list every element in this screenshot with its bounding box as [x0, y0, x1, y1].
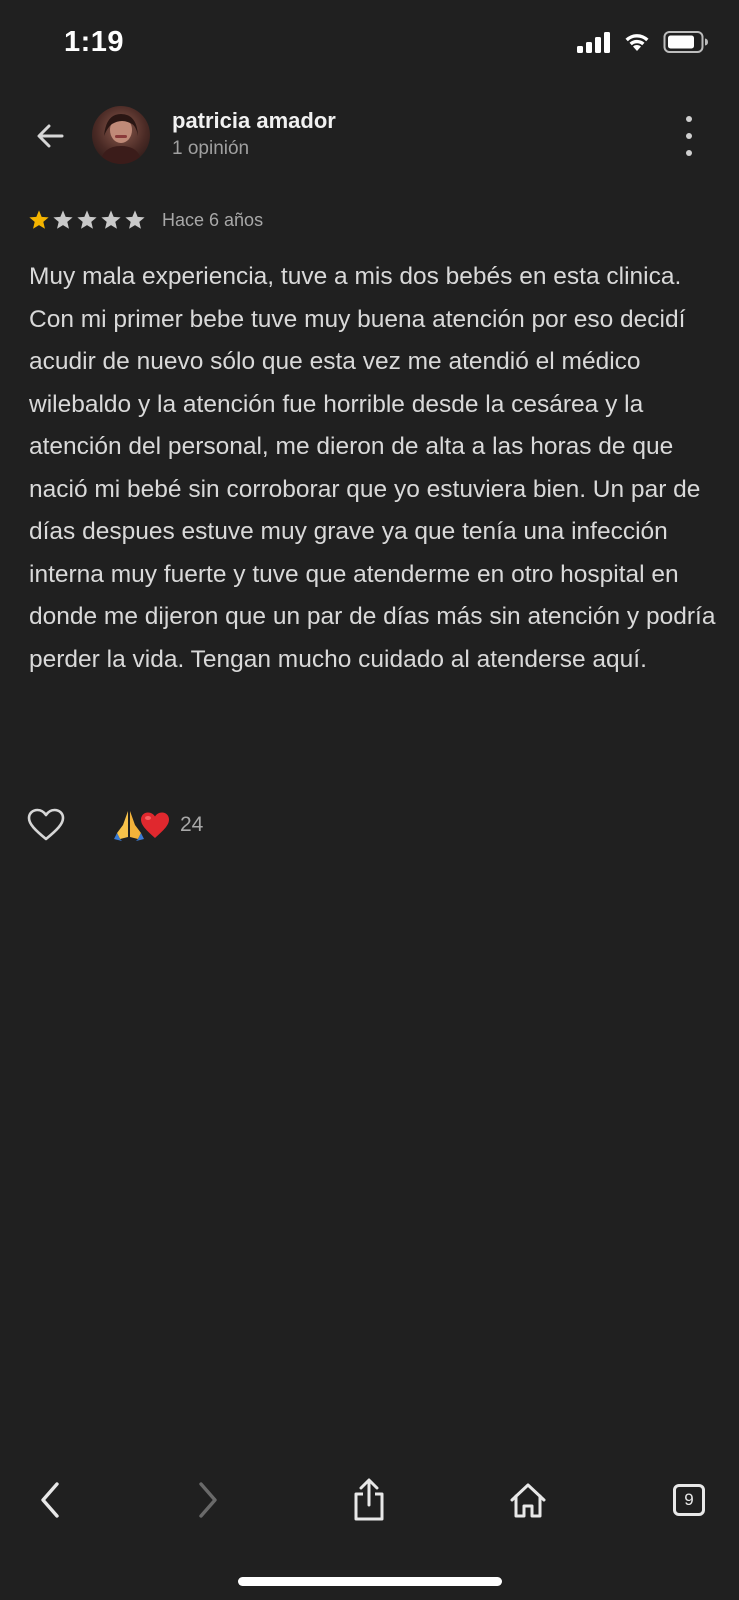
reaction-emojis[interactable]	[114, 809, 170, 841]
chevron-left-icon	[41, 1482, 59, 1518]
heart-outline-icon	[27, 808, 65, 841]
nav-forward-button[interactable]	[183, 1475, 233, 1525]
tabs-button[interactable]: 9	[664, 1475, 714, 1525]
share-button[interactable]	[344, 1475, 394, 1525]
home-button[interactable]	[503, 1475, 553, 1525]
more-vert-icon	[686, 116, 692, 122]
cellular-signal-icon	[577, 32, 610, 53]
arrow-left-icon	[37, 124, 64, 148]
rating-row: Hace 6 años	[28, 205, 263, 235]
more-options-button[interactable]	[679, 116, 699, 156]
tabs-icon: 9	[673, 1484, 705, 1516]
home-indicator	[238, 1577, 502, 1586]
star-rating	[28, 209, 146, 231]
status-time: 1:19	[64, 26, 125, 58]
star-empty-icon	[101, 210, 121, 229]
back-button[interactable]	[28, 114, 72, 158]
star-empty-icon	[53, 210, 73, 229]
review-header: patricia amador 1 opinión	[0, 100, 739, 180]
author-review-count: 1 opinión	[172, 138, 250, 159]
author-name[interactable]: patricia amador	[172, 108, 336, 134]
star-empty-icon	[125, 210, 145, 229]
battery-icon	[663, 31, 708, 53]
avatar[interactable]	[92, 106, 150, 164]
review-time-ago: Hace 6 años	[162, 209, 264, 230]
avatar-image	[100, 114, 142, 164]
star-empty-icon	[77, 210, 97, 229]
like-button[interactable]	[26, 805, 66, 845]
reaction-count: 24	[180, 813, 204, 836]
home-icon	[510, 1483, 546, 1518]
wifi-icon	[625, 34, 649, 51]
browser-toolbar: 9	[0, 1465, 739, 1535]
tabs-count: 9	[684, 1490, 694, 1509]
star-filled-icon	[29, 210, 49, 229]
review-text: Muy mala experiencia, tuve a mis dos beb…	[29, 263, 716, 673]
status-bar: 1:19	[0, 0, 739, 90]
nav-back-button[interactable]	[25, 1475, 75, 1525]
status-icons	[577, 30, 709, 54]
reactions-bar: 24	[26, 805, 203, 845]
red-heart-emoji	[141, 812, 169, 838]
chevron-right-icon	[199, 1482, 217, 1518]
share-icon	[354, 1478, 384, 1521]
